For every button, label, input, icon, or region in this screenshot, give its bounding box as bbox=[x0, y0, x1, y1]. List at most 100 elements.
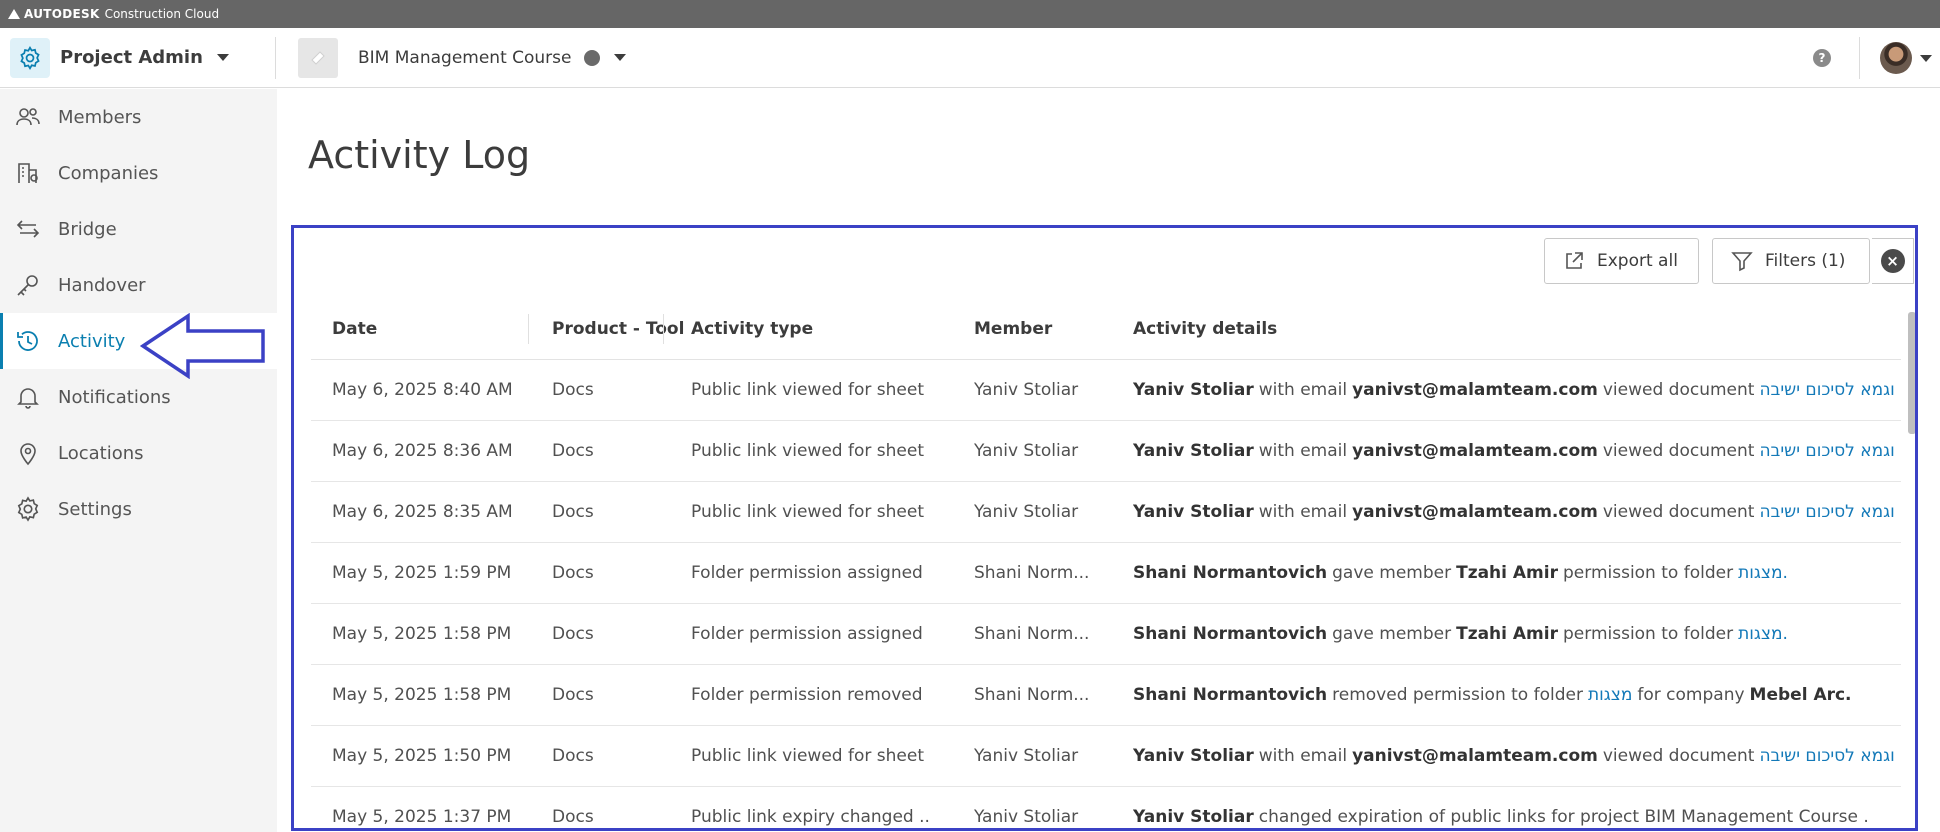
sidebar-item-label: Settings bbox=[58, 498, 132, 520]
detail-document-link[interactable]: מצגות. bbox=[1738, 624, 1788, 644]
sidebar-item-locations[interactable]: Locations bbox=[0, 425, 277, 481]
table-row[interactable]: May 5, 2025 1:59 PM Docs Folder permission… bbox=[311, 543, 1901, 604]
detail-document-link[interactable]: דוגמא לסיכום ישיבה.... bbox=[1759, 441, 1895, 461]
detail-text: with email bbox=[1258, 502, 1348, 522]
cell-member: Shani Norm... bbox=[974, 563, 1090, 583]
column-header-date[interactable]: Date bbox=[332, 298, 377, 360]
table-scrollbar[interactable] bbox=[1908, 312, 1915, 434]
sidebar-item-companies[interactable]: Companies bbox=[0, 145, 277, 201]
detail-folder-link[interactable]: מצגות bbox=[1588, 685, 1632, 705]
main-content: Activity Log Export all Filters (1) × Da… bbox=[277, 89, 1940, 832]
column-header-member[interactable]: Member bbox=[974, 298, 1052, 360]
detail-text: permission to folder bbox=[1563, 624, 1734, 644]
sidebar-item-handover[interactable]: Handover bbox=[0, 257, 277, 313]
app-topbar: AUTODESK Construction Cloud bbox=[0, 0, 1940, 28]
cell-date: May 6, 2025 8:35 AM bbox=[332, 502, 513, 522]
detail-text: viewed document bbox=[1602, 380, 1755, 400]
filter-icon bbox=[1731, 252, 1753, 272]
gear-icon bbox=[10, 37, 50, 78]
cell-product: Docs bbox=[552, 502, 594, 522]
sidebar-item-settings[interactable]: Settings bbox=[0, 481, 277, 537]
project-thumbnail bbox=[298, 37, 338, 78]
app-header: Project Admin BIM Management Course ? bbox=[0, 28, 1940, 88]
table-row[interactable]: May 5, 2025 1:58 PM Docs Folder permission… bbox=[311, 604, 1901, 665]
cell-activity-details: Yaniv Stoliar changed expiration of publi… bbox=[1133, 787, 1895, 828]
chevron-down-icon[interactable] bbox=[1920, 54, 1932, 62]
column-header-activity-details[interactable]: Activity details bbox=[1133, 298, 1277, 360]
members-icon bbox=[16, 108, 40, 126]
sidebar-item-label: Locations bbox=[58, 442, 144, 464]
table-row[interactable]: May 5, 2025 1:37 PM Docs Public link expir… bbox=[311, 787, 1901, 828]
detail-document-link[interactable]: דוגמא לסיכום ישיבה.... bbox=[1759, 502, 1895, 522]
cell-activity-details: Yaniv Stoliar with email yanivst@malamteam… bbox=[1133, 360, 1895, 420]
cell-product: Docs bbox=[552, 624, 594, 644]
cell-activity-type: Public link viewed for sheet bbox=[691, 441, 924, 461]
project-switcher[interactable]: BIM Management Course bbox=[298, 37, 626, 78]
sidebar-item-label: Bridge bbox=[58, 218, 117, 240]
cell-member: Yaniv Stoliar bbox=[974, 441, 1079, 461]
sidebar-item-label: Handover bbox=[58, 274, 146, 296]
project-placeholder-icon bbox=[311, 50, 325, 65]
detail-document-link[interactable]: דוגמא לסיכום ישיבה.... bbox=[1759, 380, 1895, 400]
cell-activity-details: Yaniv Stoliar with email yanivst@malamteam… bbox=[1133, 482, 1895, 542]
detail-text: gave member bbox=[1332, 624, 1452, 644]
brand-name: AUTODESK bbox=[24, 7, 100, 21]
detail-document-link[interactable]: מצגות. bbox=[1738, 563, 1788, 583]
detail-actor: Yaniv Stoliar bbox=[1133, 380, 1254, 400]
detail-text: gave member bbox=[1332, 563, 1452, 583]
header-right: ? bbox=[1813, 28, 1940, 88]
detail-document-link[interactable]: דוגמא לסיכום ישיבה.... bbox=[1759, 746, 1895, 766]
cell-activity-type: Folder permission assigned bbox=[691, 563, 923, 583]
bell-icon bbox=[17, 388, 39, 409]
globe-icon bbox=[583, 49, 600, 66]
clear-filters-button[interactable]: × bbox=[1872, 238, 1914, 284]
cell-date: May 5, 2025 1:37 PM bbox=[332, 807, 512, 827]
chevron-down-icon bbox=[613, 54, 626, 61]
detail-company: Mebel Arc. bbox=[1749, 685, 1852, 705]
detail-subject: yanivst@malamteam.com bbox=[1352, 746, 1598, 766]
detail-text: viewed document bbox=[1602, 441, 1755, 461]
activity-log-panel: Export all Filters (1) × Date Product - … bbox=[291, 225, 1918, 831]
table-row[interactable]: May 5, 2025 1:58 PM Docs Folder permission… bbox=[311, 665, 1901, 726]
cell-activity-details: Shani Normantovich gave member Tzahi Amir p… bbox=[1133, 543, 1895, 603]
table-header: Date Product - Tool Activity type Member… bbox=[311, 298, 1901, 360]
help-icon[interactable]: ? bbox=[1813, 49, 1831, 67]
detail-actor: Shani Normantovich bbox=[1133, 685, 1328, 705]
bridge-icon bbox=[16, 220, 40, 238]
sidebar-item-label: Activity bbox=[58, 330, 126, 352]
cell-activity-type: Folder permission removed bbox=[691, 685, 923, 705]
cell-product: Docs bbox=[552, 807, 594, 827]
detail-actor: Yaniv Stoliar bbox=[1133, 502, 1254, 522]
cell-date: May 6, 2025 8:40 AM bbox=[332, 380, 513, 400]
column-divider bbox=[663, 314, 664, 344]
column-header-activity-type[interactable]: Activity type bbox=[691, 298, 813, 360]
avatar[interactable] bbox=[1880, 42, 1912, 74]
detail-subject: yanivst@malamteam.com bbox=[1352, 380, 1598, 400]
annotation-arrow-icon bbox=[140, 313, 265, 379]
detail-actor: Yaniv Stoliar bbox=[1133, 441, 1254, 461]
key-icon bbox=[17, 275, 38, 296]
detail-actor: Shani Normantovich bbox=[1133, 624, 1328, 644]
sidebar-item-label: Companies bbox=[58, 162, 159, 184]
chevron-down-icon bbox=[216, 54, 229, 61]
table-row[interactable]: May 6, 2025 8:35 AM Docs Public link viewe… bbox=[311, 482, 1901, 543]
close-icon: × bbox=[1880, 249, 1905, 273]
table-row[interactable]: May 5, 2025 1:50 PM Docs Public link viewe… bbox=[311, 726, 1901, 787]
detail-actor: Yaniv Stoliar bbox=[1133, 807, 1254, 827]
filters-button[interactable]: Filters (1) bbox=[1712, 238, 1870, 284]
gear-icon bbox=[17, 496, 39, 522]
cell-member: Yaniv Stoliar bbox=[974, 746, 1079, 766]
detail-text: with email bbox=[1258, 746, 1348, 766]
cell-product: Docs bbox=[552, 563, 594, 583]
export-all-button[interactable]: Export all bbox=[1544, 238, 1699, 284]
export-icon bbox=[1566, 252, 1583, 269]
table-row[interactable]: May 6, 2025 8:36 AM Docs Public link viewe… bbox=[311, 421, 1901, 482]
cell-date: May 5, 2025 1:50 PM bbox=[332, 746, 512, 766]
column-divider bbox=[528, 314, 529, 344]
module-switcher[interactable]: Project Admin bbox=[0, 28, 275, 88]
column-header-product[interactable]: Product - Tool bbox=[552, 298, 684, 360]
table-row[interactable]: May 6, 2025 8:40 AM Docs Public link viewe… bbox=[311, 360, 1901, 421]
detail-text: with email bbox=[1258, 380, 1348, 400]
sidebar-item-members[interactable]: Members bbox=[0, 89, 277, 145]
sidebar-item-bridge[interactable]: Bridge bbox=[0, 201, 277, 257]
